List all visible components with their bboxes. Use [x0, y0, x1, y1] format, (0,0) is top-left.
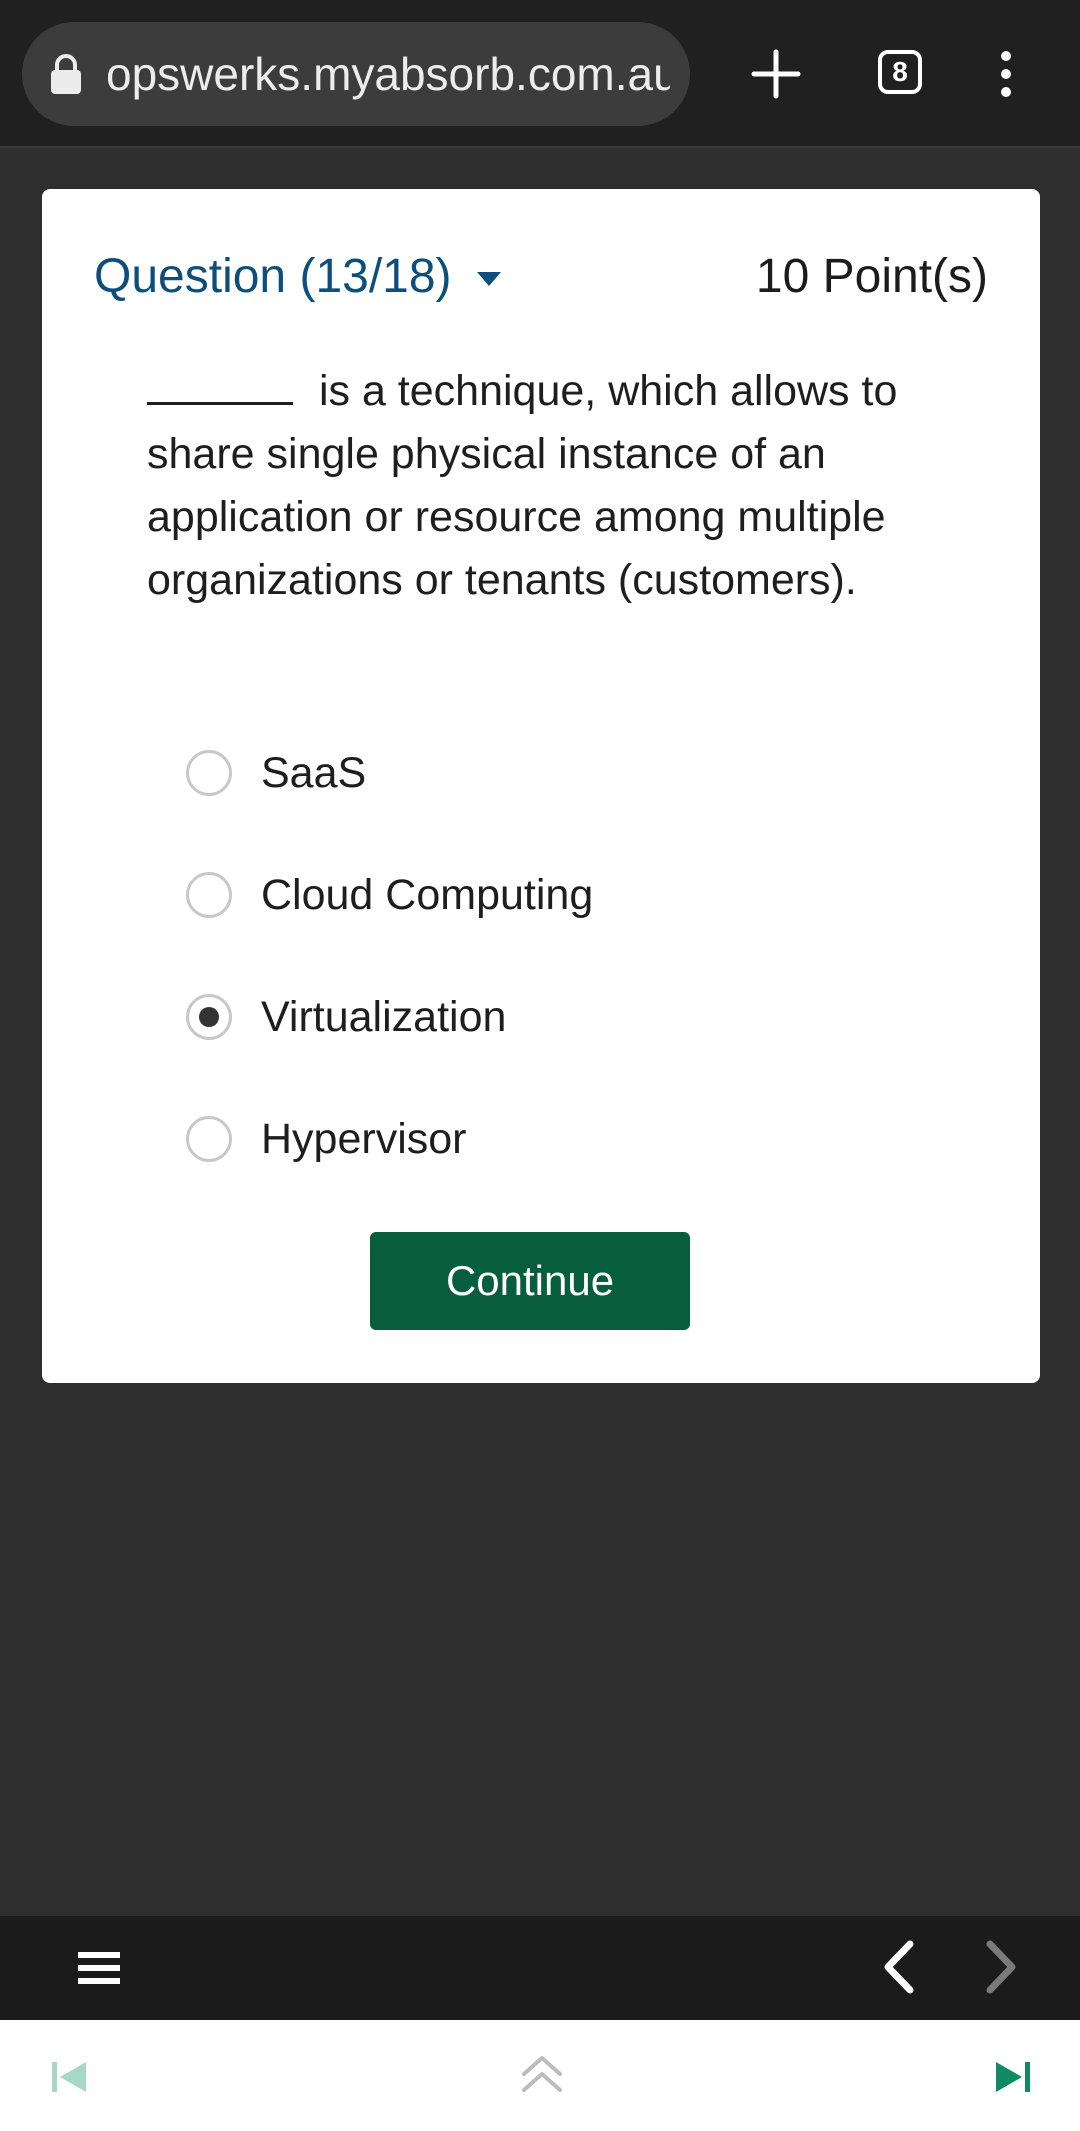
course-nav-bar: [0, 1916, 1080, 2020]
option-virtualization[interactable]: Virtualization: [186, 977, 946, 1057]
question-selector[interactable]: Question (13/18): [94, 247, 503, 307]
question-text: is a technique, which allows to share si…: [147, 360, 927, 612]
option-label: SaaS: [261, 749, 367, 797]
more-vertical-icon[interactable]: [994, 50, 1018, 98]
option-label: Virtualization: [261, 993, 507, 1041]
url-text: opswerks.myabsorb.com.au: [106, 48, 670, 100]
skip-first-icon[interactable]: [50, 2058, 88, 2096]
radio-button-selected[interactable]: [186, 994, 232, 1040]
radio-button[interactable]: [186, 1116, 232, 1162]
lock-icon: [51, 54, 81, 94]
radio-button[interactable]: [186, 872, 232, 918]
browser-toolbar: opswerks.myabsorb.com.au 8: [0, 0, 1080, 148]
question-card: Question (13/18) 10 Point(s) is a techni…: [42, 189, 1040, 1383]
points-label: 10 Point(s): [755, 250, 988, 303]
skip-last-icon[interactable]: [994, 2058, 1032, 2096]
chevron-right-icon[interactable]: [984, 1940, 1020, 1994]
caret-down-icon: [476, 272, 501, 287]
option-label: Hypervisor: [261, 1115, 467, 1163]
plus-icon[interactable]: [750, 48, 802, 100]
lesson-footer: [0, 2020, 1080, 2131]
question-label: Question (13/18): [94, 250, 452, 303]
double-chevron-up-icon[interactable]: [520, 2052, 564, 2096]
option-label: Cloud Computing: [261, 871, 594, 919]
chevron-left-icon[interactable]: [880, 1940, 916, 1994]
address-bar[interactable]: opswerks.myabsorb.com.au: [22, 22, 690, 126]
option-saas[interactable]: SaaS: [186, 733, 946, 813]
menu-icon[interactable]: [78, 1950, 120, 1986]
continue-button[interactable]: Continue: [370, 1232, 690, 1330]
option-cloud-computing[interactable]: Cloud Computing: [186, 855, 946, 935]
fill-blank: [147, 366, 293, 405]
option-hypervisor[interactable]: Hypervisor: [186, 1099, 946, 1179]
radio-button[interactable]: [186, 750, 232, 796]
tab-count-icon[interactable]: 8: [878, 50, 922, 94]
